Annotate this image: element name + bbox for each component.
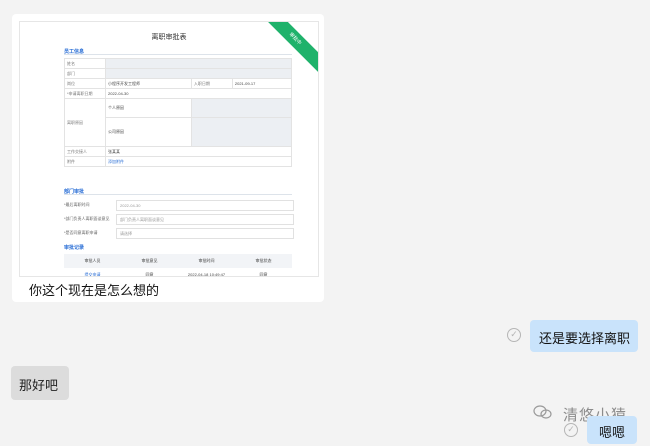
divider bbox=[64, 54, 292, 55]
message-text: 嗯嗯 bbox=[599, 426, 626, 441]
message-text: 还是要选择离职 bbox=[539, 332, 631, 347]
approval-form-screenshot[interactable]: 离职审批表 审批中 员工信息 姓名 部门 岗位 小程序开发工程师 入职日期 2021-… bbox=[19, 21, 319, 277]
image-message-card[interactable]: 离职审批表 审批中 员工信息 姓名 部门 岗位 小程序开发工程师 入职日期 2021-… bbox=[12, 14, 324, 302]
form-field-leave-date: *最后离职时间 2022-04-30 bbox=[64, 200, 294, 211]
message-bubble-incoming[interactable]: 那好吧 bbox=[11, 366, 69, 400]
form-field-approve: *是否同意离职申请 请选择 bbox=[64, 228, 294, 239]
message-bubble-outgoing[interactable]: 嗯嗯 bbox=[587, 416, 637, 444]
divider bbox=[64, 194, 292, 195]
message-text: 那好吧 bbox=[19, 379, 59, 394]
message-bubble-outgoing[interactable]: 还是要选择离职 bbox=[530, 320, 638, 352]
records-table: 审批人员 审批意见 审批时间 审批状态 提交申请 同意 2022-04-18 1… bbox=[64, 254, 292, 276]
wechat-logo-icon bbox=[533, 404, 553, 420]
employee-table: 姓名 部门 岗位 小程序开发工程师 入职日期 2021-09-17 *申请离职日期 20… bbox=[64, 58, 293, 167]
chat-area: · · · · 离职审批表 审批中 员工信息 姓名 部门 岗位小程序开发工程师入… bbox=[0, 0, 650, 446]
section-records: 审批记录 bbox=[64, 245, 85, 251]
form-field-interview: *部门负责人离职面谈意见 部门负责人离职面谈意见 bbox=[64, 214, 294, 225]
read-check-icon: ✓ bbox=[507, 328, 521, 342]
read-check-icon: ✓ bbox=[564, 423, 578, 437]
form-title: 离职审批表 bbox=[151, 34, 187, 41]
message-text: 你这个现在是怎么想的 bbox=[29, 284, 160, 299]
